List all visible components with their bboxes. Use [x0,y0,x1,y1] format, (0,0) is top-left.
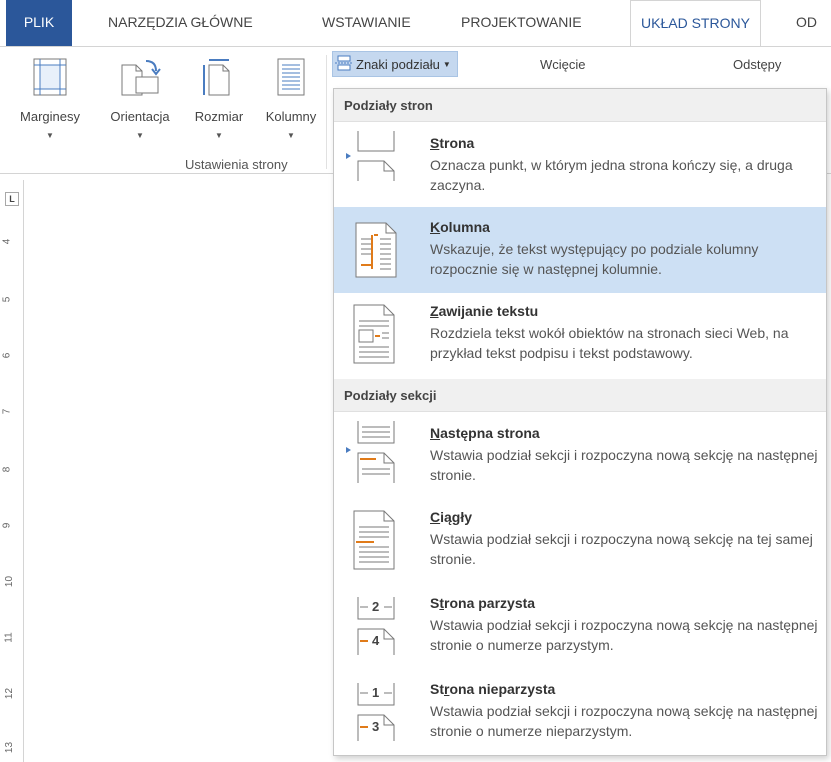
spacing-label: Odstępy [733,57,782,72]
ribbon-tabbar: PLIK NARZĘDZIA GŁÓWNE WSTAWIANIE PROJEKT… [0,0,831,46]
chevron-down-icon: ▼ [215,131,223,140]
access-key: S [430,135,440,151]
text-wrapping-desc: Rozdziela tekst wokół obiektów na strona… [430,325,789,361]
menu-item-odd-page[interactable]: 1 3 Strona nieparzysta Wstawia podział s… [334,671,826,755]
ruler-number: 8 [1,466,13,473]
odd-page-desc: Wstawia podział sekcji i rozpoczyna nową… [430,703,818,739]
menu-item-next-page[interactable]: Następna strona Wstawia podział sekcji i… [334,413,826,499]
vertical-ruler: L 4 5 6 7 8 9 10 11 12 13 [0,180,24,762]
column-break-icon [344,221,404,282]
menu-item-page-break[interactable]: Strona Oznacza punkt, w którym jedna str… [334,123,826,207]
title-pre: St [430,681,444,697]
size-label: Rozmiar [194,109,244,124]
even-page-num-1: 2 [372,599,380,614]
title-rest: trona [439,135,475,151]
orientation-label: Orientacja [110,109,170,124]
page-setup-group-label: Ustawienia strony [185,157,288,172]
columns-icon [276,57,306,100]
text-wrapping-title: Zawijanie tekstu [430,303,538,319]
continuous-icon [344,509,404,574]
title-rest: iągły [440,509,473,525]
ruler-number: 9 [1,522,13,529]
tab-insert[interactable]: WSTAWIANIE [322,0,411,46]
column-break-desc: Wskazuje, że tekst występujący po podzia… [430,241,759,277]
ruler-number: 10 [4,575,16,588]
even-page-title: Strona parzysta [430,595,535,611]
title-rest: ona nieparzysta [449,681,556,697]
margins-button[interactable]: Marginesy ▼ [2,51,98,151]
size-button[interactable]: Rozmiar ▼ [182,51,256,151]
size-icon [201,57,237,100]
breaks-button[interactable]: Znaki podziału ▼ [332,51,458,77]
indent-label: Wcięcie [540,57,586,72]
tab-page-layout[interactable]: UKŁAD STRONY [630,0,761,46]
next-page-desc: Wstawia podział sekcji i rozpoczyna nową… [430,447,818,483]
continuous-desc: Wstawia podział sekcji i rozpoczyna nową… [430,531,813,567]
title-rest: olumna [440,219,490,235]
group-divider [326,55,327,169]
tab-home[interactable]: NARZĘDZIA GŁÓWNE [108,0,253,46]
columns-label: Kolumny [265,109,317,124]
access-key: N [430,425,441,441]
title-rest: astępna strona [440,425,540,441]
next-page-icon [344,419,404,488]
continuous-title: Ciągły [430,509,472,525]
breaks-dropdown-menu: Podziały stron Strona Oznacza punkt, w k… [333,88,827,756]
tab-design[interactable]: PROJEKTOWANIE [461,0,582,46]
next-page-title: Następna strona [430,425,540,441]
access-key: C [430,509,441,525]
tab-file[interactable]: PLIK [6,0,72,46]
orientation-icon [118,57,162,100]
section-breaks-header: Podziały sekcji [334,379,826,412]
access-key: Z [430,303,439,319]
even-page-num-2: 4 [372,633,380,648]
odd-page-num-2: 3 [372,719,380,734]
chevron-down-icon: ▼ [136,131,144,140]
page-break-title: Strona [430,135,474,151]
access-key: K [430,219,441,235]
margins-icon [32,57,68,100]
chevron-down-icon: ▼ [287,131,295,140]
page-break-desc: Oznacza punkt, w którym jedna strona koń… [430,157,793,193]
ruler-number: 12 [4,687,16,700]
text-wrapping-icon [344,303,404,368]
ruler-number: 5 [1,296,13,303]
ruler-number: 4 [1,238,13,245]
title-rest: rona parzysta [444,595,536,611]
tab-references[interactable]: OD [796,0,817,46]
column-break-title: Kolumna [430,219,490,235]
odd-page-title: Strona nieparzysta [430,681,555,697]
orientation-button[interactable]: Orientacja ▼ [98,51,182,151]
ruler-number: 6 [1,352,13,359]
menu-item-text-wrapping[interactable]: Zawijanie tekstu Rozdziela tekst wokół o… [334,293,826,379]
ruler-number: 7 [1,408,13,415]
tab-selector[interactable]: L [5,192,19,206]
columns-button[interactable]: Kolumny ▼ [256,51,326,151]
odd-page-num-1: 1 [372,685,380,700]
page-breaks-header: Podziały stron [334,89,826,122]
breaks-icon [335,55,353,74]
margins-label: Marginesy [20,109,80,124]
chevron-down-icon: ▼ [46,131,54,140]
menu-item-column-break[interactable]: Kolumna Wskazuje, że tekst występujący p… [334,207,826,293]
title-pre: S [430,595,440,611]
menu-item-continuous[interactable]: Ciągły Wstawia podział sekcji i rozpoczy… [334,499,826,585]
title-rest: awijanie tekstu [438,303,539,319]
chevron-down-icon: ▼ [442,59,451,69]
ruler-number: 13 [4,741,16,754]
breaks-label: Znaki podziału [356,56,440,72]
menu-item-even-page[interactable]: 2 4 Strona parzysta Wstawia podział sekc… [334,585,826,671]
ruler-number: 11 [3,632,15,643]
even-page-desc: Wstawia podział sekcji i rozpoczyna nową… [430,617,818,653]
page-break-icon [344,129,404,188]
